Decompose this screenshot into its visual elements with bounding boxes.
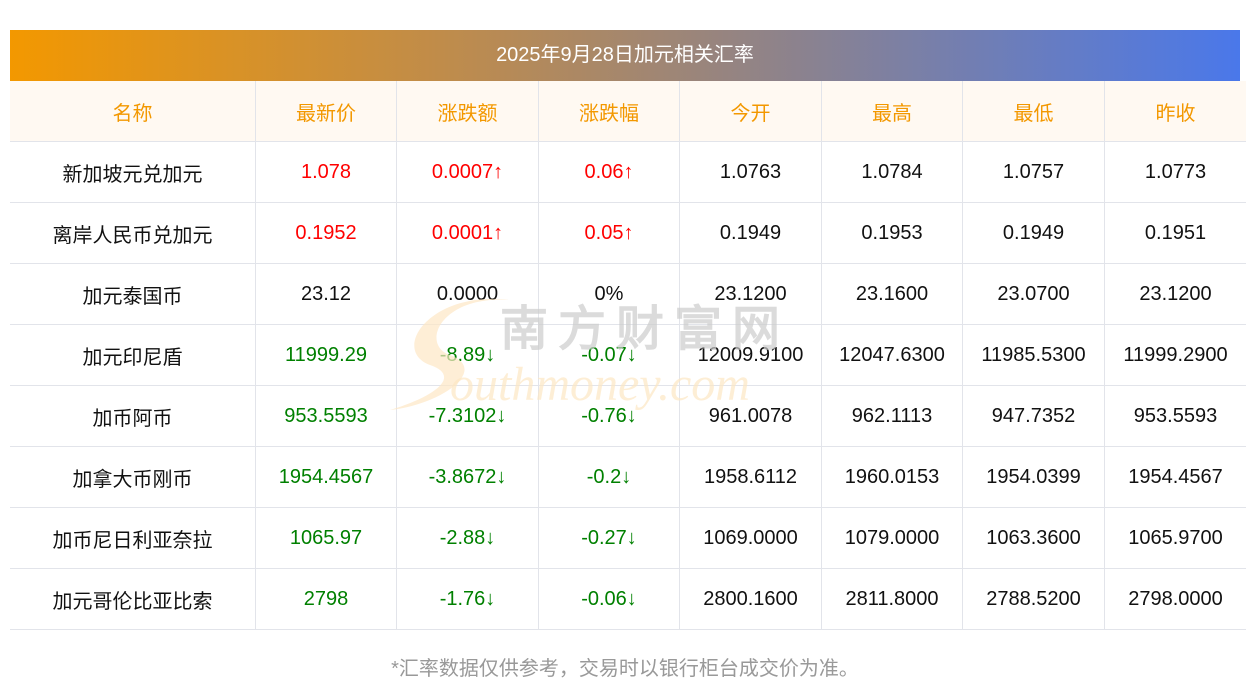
cell-low: 23.0700 <box>962 263 1105 325</box>
cell-prev: 11999.2900 <box>1104 324 1246 386</box>
cell-open: 2800.1600 <box>679 568 822 630</box>
cell-open: 961.0078 <box>679 385 822 447</box>
table-row: 加币尼日利亚奈拉 1065.97 -2.88↓ -0.27↓ 1069.0000 1079… <box>10 507 1246 569</box>
cell-high: 962.1113 <box>821 385 963 447</box>
cell-name: 加币尼日利亚奈拉 <box>10 507 256 569</box>
cell-change: 0.0000 <box>396 263 539 325</box>
cell-name: 加元印尼盾 <box>10 324 256 386</box>
cell-prev: 1954.4567 <box>1104 446 1246 508</box>
cell-prev: 0.1951 <box>1104 202 1246 264</box>
cell-latest: 11999.29 <box>255 324 397 386</box>
cell-open: 1.0763 <box>679 141 822 203</box>
cell-low: 11985.5300 <box>962 324 1105 386</box>
cell-high: 1960.0153 <box>821 446 963 508</box>
cell-latest: 953.5593 <box>255 385 397 447</box>
column-header: 涨跌幅 <box>538 81 680 142</box>
cell-pct: 0.05↑ <box>538 202 680 264</box>
cell-change: -7.3102↓ <box>396 385 539 447</box>
column-header: 名称 <box>10 81 256 142</box>
table-row: 加拿大币刚币 1954.4567 -3.8672↓ -0.2↓ 1958.6112 196… <box>10 446 1246 508</box>
table-row: 加元泰国币 23.12 0.0000 0% 23.1200 23.1600 23.0700 2… <box>10 263 1246 325</box>
cell-high: 23.1600 <box>821 263 963 325</box>
cell-high: 1.0784 <box>821 141 963 203</box>
cell-pct: -0.07↓ <box>538 324 680 386</box>
cell-open: 1069.0000 <box>679 507 822 569</box>
cell-low: 2788.5200 <box>962 568 1105 630</box>
cell-prev: 1.0773 <box>1104 141 1246 203</box>
footnote: *汇率数据仅供参考，交易时以银行柜台成交价为准。 <box>391 658 859 680</box>
cell-name: 加元泰国币 <box>10 263 256 325</box>
cell-high: 0.1953 <box>821 202 963 264</box>
cell-name: 加拿大币刚币 <box>10 446 256 508</box>
column-header: 今开 <box>679 81 822 142</box>
cell-change: 0.0007↑ <box>396 141 539 203</box>
cell-prev: 953.5593 <box>1104 385 1246 447</box>
cell-latest: 23.12 <box>255 263 397 325</box>
cell-latest: 2798 <box>255 568 397 630</box>
cell-open: 0.1949 <box>679 202 822 264</box>
table-row: 加元印尼盾 11999.29 -8.89↓ -0.07↓ 12009.9100 12047… <box>10 324 1246 386</box>
cell-name: 加币阿币 <box>10 385 256 447</box>
cell-open: 1958.6112 <box>679 446 822 508</box>
cell-pct: -0.2↓ <box>538 446 680 508</box>
column-header: 涨跌额 <box>396 81 539 142</box>
cell-low: 1063.3600 <box>962 507 1105 569</box>
table-row: 离岸人民币兑加元 0.1952 0.0001↑ 0.05↑ 0.1949 0.1953 0.… <box>10 202 1246 264</box>
cell-low: 1954.0399 <box>962 446 1105 508</box>
cell-latest: 1065.97 <box>255 507 397 569</box>
cell-name: 离岸人民币兑加元 <box>10 202 256 264</box>
cell-low: 1.0757 <box>962 141 1105 203</box>
cell-high: 1079.0000 <box>821 507 963 569</box>
cell-prev: 2798.0000 <box>1104 568 1246 630</box>
table-title: 2025年9月28日加元相关汇率 <box>10 30 1240 81</box>
cell-change: -1.76↓ <box>396 568 539 630</box>
exchange-rate-table: 名称 最新价 涨跌额 涨跌幅 今开 最高 最低 昨收 新加坡元兑加元 1.078 0.0007↑ 0… <box>10 81 1246 630</box>
column-header: 最高 <box>821 81 963 142</box>
cell-pct: -0.27↓ <box>538 507 680 569</box>
cell-change: -2.88↓ <box>396 507 539 569</box>
column-header: 昨收 <box>1104 81 1246 142</box>
table-row: 加元哥伦比亚比索 2798 -1.76↓ -0.06↓ 2800.1600 2811.80… <box>10 568 1246 630</box>
cell-prev: 1065.9700 <box>1104 507 1246 569</box>
cell-change: 0.0001↑ <box>396 202 539 264</box>
cell-low: 947.7352 <box>962 385 1105 447</box>
cell-open: 23.1200 <box>679 263 822 325</box>
cell-low: 0.1949 <box>962 202 1105 264</box>
table-row: 加币阿币 953.5593 -7.3102↓ -0.76↓ 961.0078 962.11… <box>10 385 1246 447</box>
cell-name: 新加坡元兑加元 <box>10 141 256 203</box>
cell-pct: -0.06↓ <box>538 568 680 630</box>
header-row: 名称 最新价 涨跌额 涨跌幅 今开 最高 最低 昨收 <box>10 81 1246 142</box>
cell-latest: 0.1952 <box>255 202 397 264</box>
column-header: 最低 <box>962 81 1105 142</box>
cell-high: 12047.6300 <box>821 324 963 386</box>
cell-pct: 0% <box>538 263 680 325</box>
cell-change: -3.8672↓ <box>396 446 539 508</box>
cell-latest: 1.078 <box>255 141 397 203</box>
table-row: 新加坡元兑加元 1.078 0.0007↑ 0.06↑ 1.0763 1.0784 1.07… <box>10 141 1246 203</box>
cell-latest: 1954.4567 <box>255 446 397 508</box>
cell-open: 12009.9100 <box>679 324 822 386</box>
cell-name: 加元哥伦比亚比索 <box>10 568 256 630</box>
cell-change: -8.89↓ <box>396 324 539 386</box>
cell-high: 2811.8000 <box>821 568 963 630</box>
cell-pct: -0.76↓ <box>538 385 680 447</box>
cell-pct: 0.06↑ <box>538 141 680 203</box>
cell-prev: 23.1200 <box>1104 263 1246 325</box>
column-header: 最新价 <box>255 81 397 142</box>
